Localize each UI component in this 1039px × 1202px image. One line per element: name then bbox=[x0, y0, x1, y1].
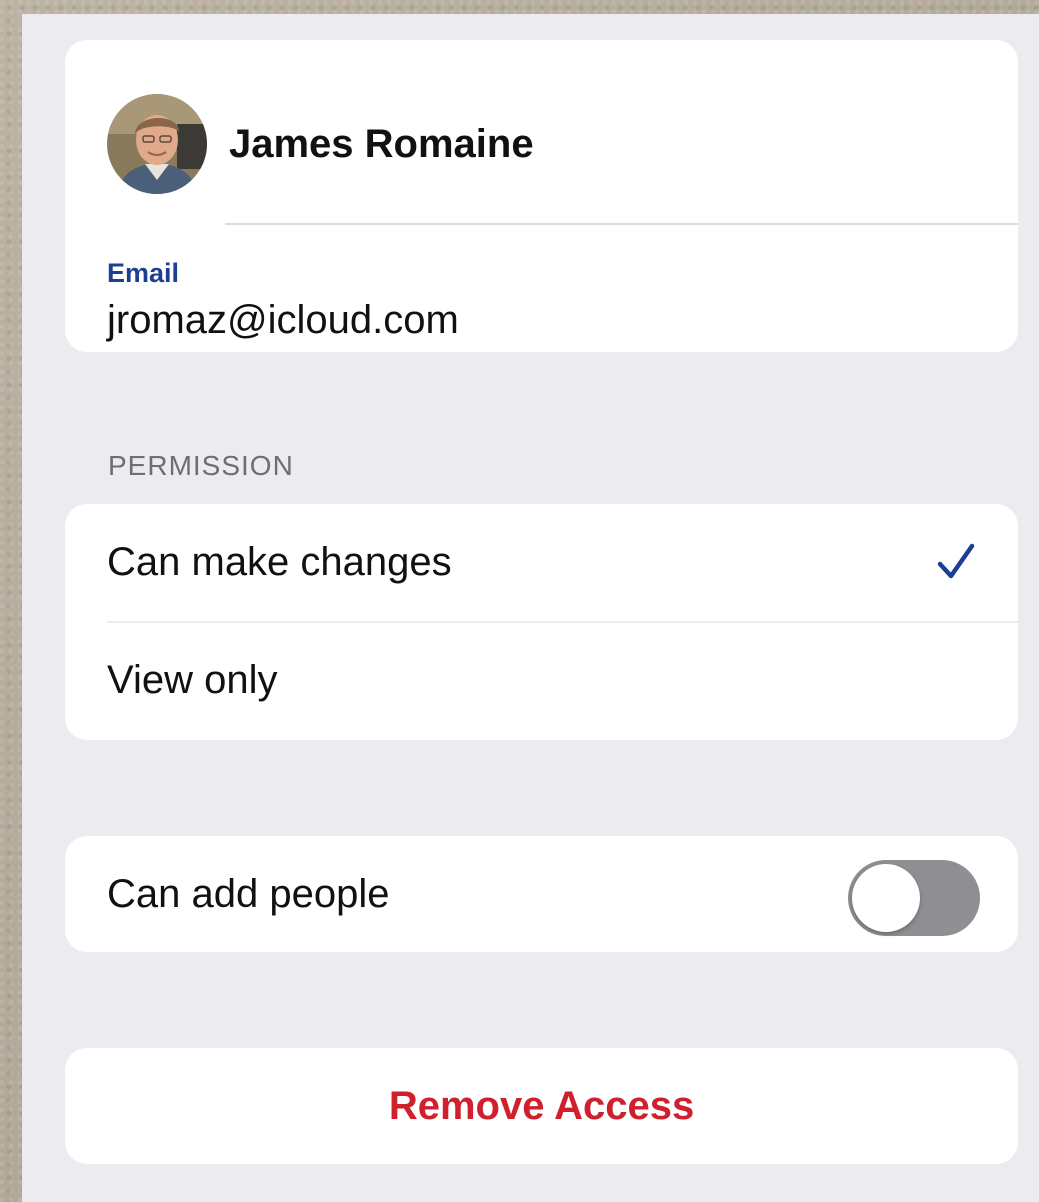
permission-section-header: PERMISSION bbox=[108, 450, 294, 481]
permission-option-label: Can make changes bbox=[107, 540, 452, 584]
remove-access-button[interactable]: Remove Access bbox=[65, 1048, 1018, 1164]
contact-card: James Romaine Email jromaz@icloud.com bbox=[65, 40, 1018, 352]
permissions-sheet: James Romaine Email jromaz@icloud.com PE… bbox=[22, 14, 1039, 1202]
avatar bbox=[107, 94, 207, 194]
permission-option-view-only[interactable]: View only bbox=[65, 622, 1018, 740]
contact-name: James Romaine bbox=[229, 122, 534, 166]
add-people-card: Can add people bbox=[65, 836, 1018, 952]
checkmark-icon bbox=[937, 543, 975, 579]
person-photo-icon bbox=[107, 94, 207, 194]
toggle-knob bbox=[852, 864, 920, 932]
permission-card: Can make changes View only bbox=[65, 504, 1018, 740]
email-label: Email bbox=[107, 258, 180, 288]
email-value[interactable]: jromaz@icloud.com bbox=[107, 298, 459, 343]
divider bbox=[225, 223, 1018, 225]
remove-access-label: Remove Access bbox=[388, 1084, 695, 1128]
permission-option-can-make-changes[interactable]: Can make changes bbox=[65, 504, 1018, 623]
add-people-toggle[interactable] bbox=[848, 860, 980, 936]
add-people-label: Can add people bbox=[107, 872, 390, 916]
permission-option-label: View only bbox=[107, 658, 278, 702]
